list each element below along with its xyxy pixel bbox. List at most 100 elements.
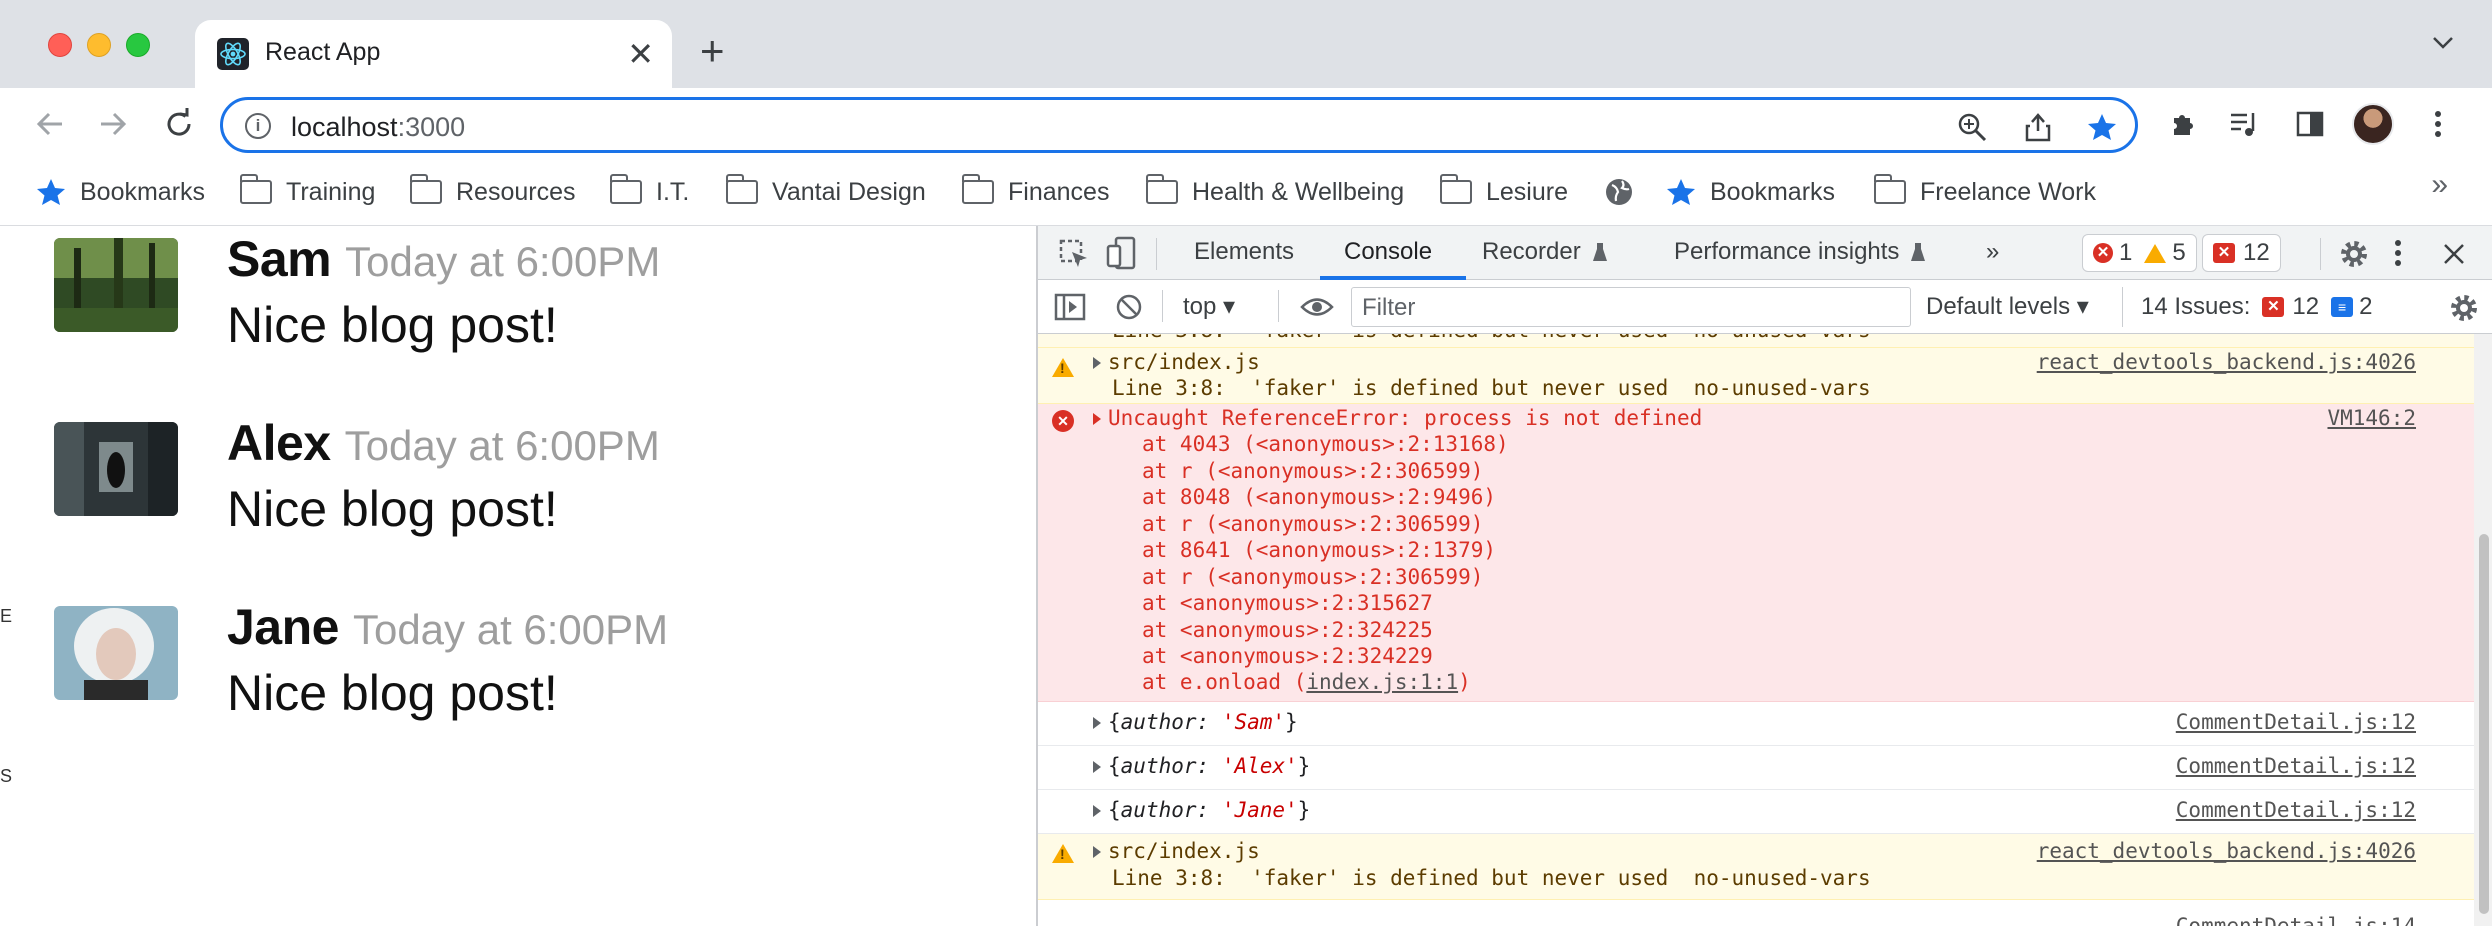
tab-elements[interactable]: Elements	[1194, 238, 1294, 266]
avatar[interactable]	[54, 238, 178, 332]
tab-performance-insights[interactable]: Performance insights	[1674, 238, 1899, 266]
console-warning[interactable]: src/index.js Line 3:8: 'faker' is define…	[1038, 348, 2474, 404]
expand-triangle-icon[interactable]	[1093, 413, 1101, 425]
expand-triangle-icon[interactable]	[1093, 846, 1101, 858]
bookmark-folder-training[interactable]: Training	[239, 174, 375, 210]
new-tab-button[interactable]: +	[700, 28, 725, 74]
page-stub-text: S	[0, 766, 13, 786]
console-source-link[interactable]: CommentDetail.js:12	[2176, 798, 2416, 822]
bookmark-label: I.T.	[656, 177, 690, 206]
sidebar-toggle-icon[interactable]	[1054, 292, 1086, 322]
tab-search-chevron-icon[interactable]	[2432, 36, 2454, 50]
site-info-icon[interactable]: i	[245, 113, 271, 139]
browser-tab-active[interactable]: React App ✕	[195, 20, 672, 88]
expand-triangle-icon[interactable]	[1093, 805, 1101, 817]
bookmark-label: Resources	[456, 177, 576, 206]
settings-gear-icon[interactable]	[2338, 238, 2370, 270]
bookmarks-overflow-chevron[interactable]: »	[2431, 168, 2448, 202]
console-warning[interactable]: src/index.js Line 3:8: 'faker' is define…	[1038, 834, 2474, 900]
back-arrow-icon[interactable]	[30, 104, 70, 144]
warning-icon	[1052, 844, 1074, 863]
close-devtools-icon[interactable]	[2442, 242, 2466, 266]
console-log[interactable]: {author: 'Sam'} CommentDetail.js:12	[1038, 702, 2474, 746]
console-source-link[interactable]: VM146:2	[2327, 406, 2416, 430]
bookmark-folder-lesiure[interactable]: Lesiure	[1439, 174, 1568, 210]
issues-summary-button[interactable]: 14 Issues: ✕ 12 ≡ 2	[2122, 287, 2372, 327]
inspect-element-icon[interactable]	[1058, 238, 1090, 270]
profile-avatar[interactable]	[2352, 103, 2394, 145]
tab-console[interactable]: Console	[1344, 238, 1432, 266]
expand-triangle-icon[interactable]	[1093, 717, 1101, 729]
issue-info-icon: ≡	[2331, 297, 2354, 317]
console-source-link[interactable]: react_devtools_backend.js:4026	[2037, 350, 2416, 374]
url-text: localhost:3000	[291, 112, 466, 142]
bookmark-item-bookmarks[interactable]: Bookmarks	[36, 174, 205, 210]
tab-close-icon[interactable]: ✕	[627, 34, 654, 74]
zoom-window-button[interactable]	[126, 33, 150, 57]
bookmark-item-bookmarks-2[interactable]: Bookmarks	[1666, 174, 1835, 210]
stack-source-link[interactable]: index.js:1:1	[1306, 670, 1458, 694]
experiment-flask-icon	[1593, 243, 1607, 261]
log-levels-dropdown[interactable]: Default levels ▾	[1926, 292, 2089, 321]
console-scrollbar[interactable]	[2474, 334, 2492, 926]
console-source-link[interactable]: CommentDetail.js:12	[2176, 710, 2416, 734]
comment-author[interactable]: Jane Today at 6:00PM	[227, 598, 668, 656]
console-settings-gear-icon[interactable]	[2448, 292, 2480, 324]
page-content: E S Sam Today at 6:00PM Nice blog post! A…	[0, 226, 1036, 926]
bookmark-folder-finances[interactable]: Finances	[961, 174, 1109, 210]
issues-info-count: 2	[2359, 293, 2373, 320]
console-log[interactable]: {author: 'Jane'} CommentDetail.js:12	[1038, 790, 2474, 834]
forward-arrow-icon[interactable]	[93, 104, 133, 144]
bookmark-star-icon[interactable]	[2087, 112, 2117, 142]
console-object: {author: 'Sam'}	[1108, 710, 1298, 734]
console-log[interactable]: {author: 'Alex'} CommentDetail.js:12	[1038, 746, 2474, 790]
bookmark-folder-resources[interactable]: Resources	[409, 174, 576, 210]
bookmark-folder-it[interactable]: I.T.	[609, 174, 690, 210]
scrollbar-thumb[interactable]	[2479, 534, 2489, 914]
live-expression-eye-icon[interactable]	[1300, 296, 1334, 318]
issue-error-icon: ✕	[2262, 297, 2285, 317]
zoom-magnifier-icon[interactable]	[1957, 112, 1987, 142]
bookmark-folder-freelance-work[interactable]: Freelance Work	[1873, 174, 2096, 210]
minimize-window-button[interactable]	[87, 33, 111, 57]
issues-count-button[interactable]: ✕ 12	[2202, 234, 2281, 272]
extensions-puzzle-icon[interactable]	[2163, 104, 2203, 144]
expand-triangle-icon[interactable]	[1093, 761, 1101, 773]
comment-item: Jane Today at 6:00PM Nice blog post!	[54, 598, 1014, 758]
comment-author[interactable]: Alex Today at 6:00PM	[227, 414, 660, 472]
console-filter-input[interactable]: Filter	[1351, 287, 1911, 327]
share-icon[interactable]	[2023, 112, 2053, 142]
close-window-button[interactable]	[48, 33, 72, 57]
console-counts-button[interactable]: ✕ 1 5	[2082, 234, 2197, 272]
media-controls-icon[interactable]	[2225, 104, 2265, 144]
bookmark-folder-health-wellbeing[interactable]: Health & Wellbeing	[1145, 174, 1404, 210]
console-source-link[interactable]: react_devtools_backend.js:4026	[2037, 839, 2416, 863]
console-source-link[interactable]: CommentDetail.js:14	[2176, 914, 2416, 926]
bookmark-globe[interactable]	[1604, 174, 1648, 210]
address-bar[interactable]: i localhost:3000	[220, 97, 2138, 153]
more-tabs-chevron[interactable]: »	[1986, 238, 1999, 266]
avatar[interactable]	[54, 606, 178, 700]
console-error[interactable]: ✕ Uncaught ReferenceError: process is no…	[1038, 404, 2474, 702]
side-panel-icon[interactable]	[2290, 104, 2330, 144]
console-object: {author: 'Alex'}	[1108, 754, 1311, 778]
folder-icon	[1145, 174, 1178, 204]
device-toolbar-icon[interactable]	[1106, 236, 1138, 270]
console-source-link[interactable]: CommentDetail.js:12	[2176, 754, 2416, 778]
stack-line: at r (<anonymous>:2:306599)	[1142, 512, 1484, 536]
reload-icon[interactable]	[159, 104, 199, 144]
context-selector[interactable]: top ▾	[1183, 292, 1235, 321]
bookmarks-bar: Bookmarks Training Resources I.T. Vantai…	[0, 160, 2492, 226]
bookmark-label: Vantai Design	[772, 177, 926, 206]
bookmark-folder-vantai-design[interactable]: Vantai Design	[725, 174, 926, 210]
devtools-panel: Elements Console Recorder Performance in…	[1036, 226, 2492, 926]
expand-triangle-icon[interactable]	[1093, 357, 1101, 369]
comment-author[interactable]: Sam Today at 6:00PM	[227, 230, 660, 288]
avatar[interactable]	[54, 422, 178, 516]
devtools-menu-icon[interactable]	[2394, 238, 2402, 268]
tab-recorder[interactable]: Recorder	[1482, 238, 1581, 266]
clear-console-icon[interactable]	[1114, 292, 1144, 322]
console-warning-partial: Line 3:8: 'faker' is defined but never u…	[1038, 334, 2474, 348]
kebab-menu-icon[interactable]	[2418, 104, 2458, 144]
react-logo-icon	[217, 38, 249, 70]
